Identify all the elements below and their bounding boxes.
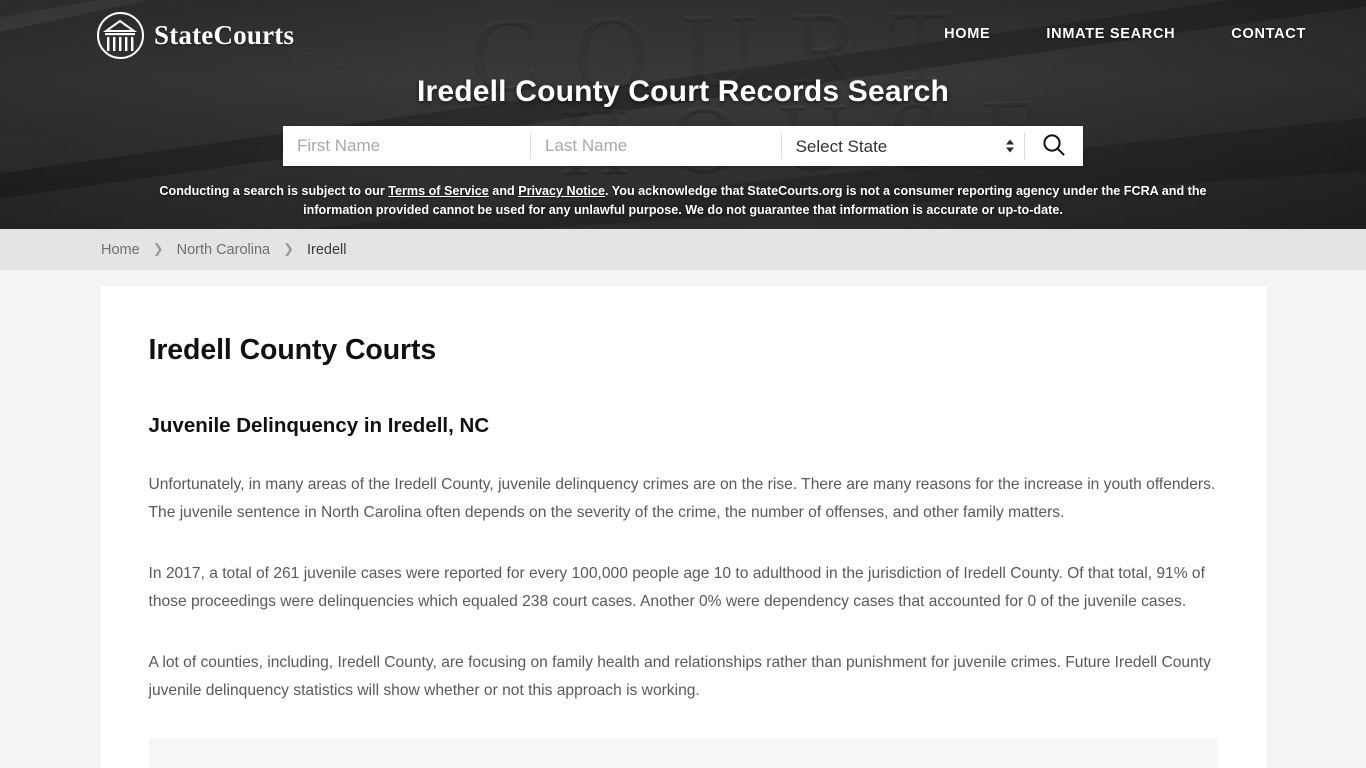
privacy-notice-link[interactable]: Privacy Notice: [518, 184, 605, 198]
state-select-wrapper: Select State: [781, 126, 1025, 166]
search-disclaimer: Conducting a search is subject to our Te…: [128, 182, 1238, 220]
content-card: Iredell County Courts Juvenile Delinquen…: [99, 286, 1267, 768]
disclaimer-text-2: and: [488, 184, 519, 198]
breadcrumb-item-north-carolina[interactable]: North Carolina: [177, 242, 271, 258]
search-button[interactable]: [1025, 126, 1083, 166]
last-name-input[interactable]: [531, 126, 781, 166]
terms-of-service-link[interactable]: Terms of Service: [388, 184, 489, 198]
breadcrumb-item-current: Iredell: [307, 241, 347, 258]
breadcrumb-chevron-right-icon: ❯: [152, 240, 164, 256]
top-bar: StateCourts HOME INMATE SEARCH CONTACT: [0, 0, 1366, 72]
nav-item-contact[interactable]: CONTACT: [1231, 26, 1306, 42]
breadcrumb-bar: Home ❯ North Carolina ❯ Iredell: [0, 229, 1366, 270]
paragraph-3: A lot of counties, including, Iredell Co…: [148, 654, 1211, 699]
brand-name: StateCourts: [154, 20, 295, 50]
page-body: Iredell County Courts Juvenile Delinquen…: [0, 270, 1366, 768]
paragraph-1: Unfortunately, in many areas of the Ired…: [148, 476, 1216, 521]
main-navigation: HOME INMATE SEARCH CONTACT: [944, 26, 1306, 42]
first-name-input[interactable]: [283, 126, 530, 166]
breadcrumb-chevron-right-icon: ❯: [283, 240, 294, 256]
content-panel-placeholder: [148, 738, 1218, 768]
nav-item-inmate-search[interactable]: INMATE SEARCH: [1046, 26, 1175, 42]
state-select[interactable]: Select State: [781, 126, 1025, 166]
section-heading-juvenile-delinquency: Juvenile Delinquency in Iredell, NC: [148, 414, 490, 437]
magnifier-icon: [1041, 132, 1067, 161]
nav-item-home[interactable]: HOME: [944, 26, 990, 42]
page-title: Iredell County Courts: [148, 334, 437, 366]
breadcrumb: Home ❯ North Carolina ❯ Iredell: [101, 240, 347, 258]
disclaimer-text-1: Conducting a search is subject to our: [159, 184, 389, 198]
hero-title: Iredell County Court Records Search: [416, 75, 950, 108]
brand-logo-link[interactable]: StateCourts: [97, 12, 294, 59]
breadcrumb-item-home[interactable]: Home: [101, 242, 140, 258]
courthouse-circle-icon: [97, 12, 144, 59]
hero-banner: COURT HOUSE StateCourts: [0, 0, 1366, 229]
court-records-search-form: Select State: [283, 126, 1083, 166]
paragraph-2: In 2017, a total of 261 juvenile cases w…: [148, 565, 1205, 610]
